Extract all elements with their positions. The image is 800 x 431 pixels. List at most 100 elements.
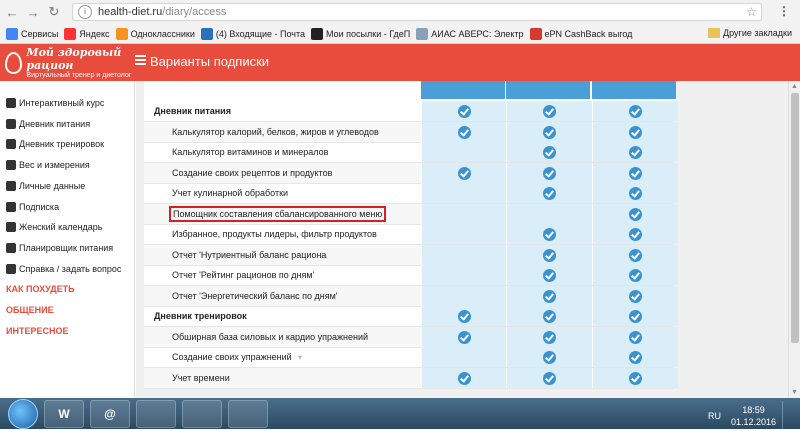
checkmark-icon: [543, 166, 556, 180]
sidebar-item[interactable]: Дневник питания: [6, 114, 90, 134]
sidebar-link[interactable]: ОБЩЕНИЕ: [6, 300, 54, 320]
scroll-down-icon[interactable]: ▼: [791, 389, 798, 396]
sidebar-item[interactable]: Интерактивный курс: [6, 93, 104, 113]
feature-row: Калькулятор витаминов и минералов: [144, 142, 678, 163]
checkmark-icon: [629, 166, 642, 180]
feature-row: Обширная база силовых и кардио упражнени…: [144, 326, 678, 348]
bookmark-item[interactable]: (4) Входящие - Почта: [200, 27, 305, 40]
checkmark-icon: [543, 125, 556, 139]
main-content: Дневник питания Калькулятор калорий, белк…: [136, 81, 788, 398]
feature-row: Помощник составления сбалансированного м…: [144, 203, 678, 225]
checkmark-icon: [543, 228, 556, 241]
mail-icon[interactable]: @: [90, 399, 130, 428]
plan-cell: [506, 162, 592, 183]
bookmark-item[interactable]: АИАС АВЕРС: Электр: [416, 27, 524, 40]
sidebar-link[interactable]: КАК ПОХУДЕТЬ: [6, 279, 75, 299]
plan-cell: [592, 347, 678, 367]
feature-row: Отчет 'Нутриентный баланс рациона: [144, 244, 678, 266]
sidebar-item[interactable]: Вес и измерения: [6, 155, 90, 175]
sidebar-item-label: Планировщик питания: [19, 242, 114, 253]
sidebar-item[interactable]: Планировщик питания: [6, 238, 113, 258]
bookmark-icon: [64, 27, 77, 40]
checkmark-icon: [629, 105, 642, 118]
clock[interactable]: 18:59 01.12.2016: [731, 404, 776, 428]
checkmark-icon: [458, 330, 471, 344]
sidebar-item-label: Дневник питания: [19, 118, 91, 129]
language-indicator[interactable]: RU: [708, 411, 721, 421]
sidebar: Интерактивный курс Дневник питания Дневник…: [0, 81, 135, 398]
hamburger-menu-icon[interactable]: [135, 55, 146, 65]
checkmark-icon: [629, 146, 642, 159]
bookmark-icon: [416, 27, 429, 40]
checkmark-icon: [458, 105, 471, 118]
page-title: Варианты подписки: [150, 54, 270, 69]
feature-row: Создание своих рецептов и продуктов: [144, 162, 678, 184]
plan-cell: [421, 285, 507, 306]
browser-menu-icon[interactable]: ⋮: [778, 4, 790, 18]
checkmark-icon: [458, 371, 471, 385]
site-logo[interactable]: Мой здоровый рацион Виртуальный тренер и…: [0, 44, 135, 81]
plan-cell: [592, 142, 678, 162]
sidebar-item[interactable]: Личные данные: [6, 176, 85, 196]
plan-cell: [592, 101, 678, 121]
checkmark-icon: [543, 248, 556, 262]
bookmark-label: Сервисы: [21, 28, 59, 39]
back-icon[interactable]: ←: [3, 3, 21, 21]
sidebar-item[interactable]: Подписка: [6, 197, 59, 217]
sidebar-item[interactable]: Дневник тренировок: [6, 134, 104, 154]
checkmark-icon: [629, 228, 642, 241]
bookmark-item[interactable]: Яндекс: [64, 27, 110, 40]
bookmark-star-icon[interactable]: ☆: [746, 5, 757, 19]
bookmark-item[interactable]: ePN CashBack выгод: [529, 27, 632, 40]
bookmark-item[interactable]: Мои посылки - ГдеП: [311, 27, 410, 40]
address-bar[interactable]: i health-diet.ru/diary/access ☆: [72, 3, 762, 21]
plan-cell: [421, 347, 507, 367]
plan-cell: [592, 367, 678, 388]
system-tray: RU 18:59 01.12.2016: [708, 401, 792, 431]
checkmark-icon: [543, 330, 556, 344]
plan-cell: [421, 203, 507, 224]
feature-label: Обширная база силовых и кардио упражнени…: [172, 331, 369, 342]
chevron-down-icon[interactable]: ▾: [298, 353, 302, 362]
bookmark-item[interactable]: Сервисы: [6, 27, 59, 40]
browser-toolbar: ← → ↻ i health-diet.ru/diary/access ☆ ⋮: [0, 0, 800, 24]
plan-cell: [592, 183, 678, 203]
plan-cell: [506, 367, 592, 388]
scroll-up-icon[interactable]: ▲: [791, 83, 798, 90]
bookmark-label: Одноклассники: [130, 28, 195, 39]
scroll-thumb[interactable]: [791, 93, 799, 343]
folder-icon[interactable]: [136, 399, 176, 428]
chrome-icon[interactable]: [182, 399, 222, 428]
other-bookmarks[interactable]: Другие закладки: [708, 28, 792, 38]
section-row: Дневник питания: [144, 101, 678, 122]
sidebar-item-label: Вес и измерения: [19, 160, 90, 171]
forward-icon[interactable]: →: [24, 3, 42, 21]
bookmark-item[interactable]: Одноклассники: [115, 27, 195, 40]
url-text: health-diet.ru/diary/access: [98, 6, 227, 18]
feature-label: Отчет 'Энергетический баланс по дням': [172, 290, 338, 301]
sidebar-item[interactable]: Женский календарь: [6, 217, 103, 237]
page-scrollbar[interactable]: ▲ ▼: [788, 81, 800, 398]
dumbbell-icon: [6, 139, 16, 150]
start-button[interactable]: [8, 398, 38, 429]
plan-cell: [421, 326, 507, 347]
checkmark-icon: [543, 146, 556, 159]
section-row: Дневник тренировок: [144, 306, 678, 327]
logo-subtitle: Виртуальный тренер и диетолог: [26, 72, 132, 79]
heart-logo-icon: [5, 51, 23, 74]
planner-icon: [6, 242, 16, 253]
word-icon[interactable]: W: [44, 399, 84, 428]
info-icon[interactable]: i: [78, 5, 92, 19]
plan-cell: [421, 101, 507, 121]
plan-cell: [506, 265, 592, 285]
plan-cell: [592, 265, 678, 285]
plan-cell: [506, 285, 592, 306]
reload-icon[interactable]: ↻: [45, 3, 63, 21]
sidebar-item[interactable]: Справка / задать вопрос: [6, 259, 121, 279]
checkmark-icon: [629, 310, 642, 323]
calculator-icon[interactable]: [228, 399, 268, 428]
checkmark-icon: [543, 105, 556, 118]
sidebar-item-label: Личные данные: [19, 180, 86, 191]
show-desktop-button[interactable]: [782, 401, 792, 431]
sidebar-link[interactable]: ИНТЕРЕСНОЕ: [6, 321, 68, 341]
